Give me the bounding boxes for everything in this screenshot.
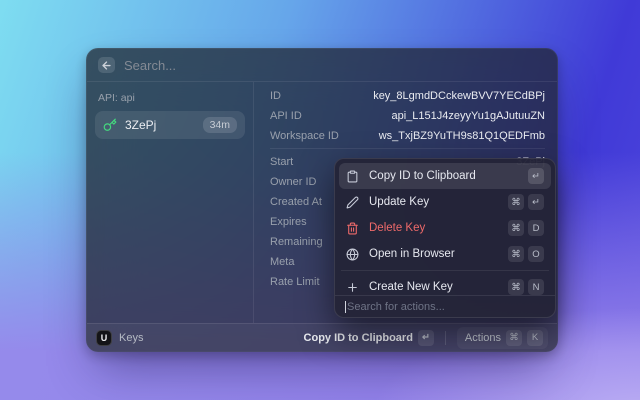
- search-input[interactable]: [124, 58, 546, 73]
- menu-divider: [341, 270, 549, 271]
- key-icon: [103, 118, 117, 132]
- actions-menu-list: Copy ID to Clipboard ↵ Update Key ⌘ ↵: [335, 159, 555, 295]
- menu-item-delete-key[interactable]: Delete Key ⌘ D: [339, 215, 551, 241]
- detail-label: Workspace ID: [270, 130, 339, 142]
- detail-value: api_L151J4zeyyYu1gAJutuuZN: [392, 110, 546, 122]
- detail-row-api-id: API ID api_L151J4zeyyYu1gAJutuuZN: [270, 106, 545, 126]
- clipboard-icon: [346, 170, 359, 183]
- actions-search-placeholder: Search for actions...: [347, 301, 445, 313]
- back-button[interactable]: [98, 57, 115, 73]
- menu-item-copy-id[interactable]: Copy ID to Clipboard ↵: [339, 163, 551, 189]
- key-ttl-badge: 34m: [203, 117, 237, 133]
- cmd-key-badge: ⌘: [508, 246, 524, 262]
- detail-row-id: ID key_8LgmdDCckewBVV7YECdBPj: [270, 86, 545, 106]
- detail-value: ws_TxjBZ9YuTH9s81Q1QEDFmb: [379, 130, 545, 142]
- o-key-badge: O: [528, 246, 544, 262]
- detail-label: API ID: [270, 110, 302, 122]
- list-item-key[interactable]: 3ZePj 34m: [95, 111, 245, 139]
- text-caret: [345, 301, 346, 313]
- palette-footer: U Keys Copy ID to Clipboard ↵ Actions ⌘ …: [87, 323, 557, 351]
- menu-item-label: Update Key: [369, 196, 498, 208]
- actions-menu: Copy ID to Clipboard ↵ Update Key ⌘ ↵: [334, 158, 556, 318]
- cmd-key-badge: ⌘: [508, 279, 524, 295]
- detail-label: Start: [270, 156, 293, 168]
- cmd-key-badge: ⌘: [508, 220, 524, 236]
- enter-key-badge: ↵: [528, 194, 544, 210]
- footer-primary-label: Copy ID to Clipboard: [304, 332, 413, 344]
- detail-label: Rate Limit: [270, 276, 320, 288]
- footer-context-label: Keys: [119, 332, 143, 344]
- enter-key-badge: ↵: [528, 168, 544, 184]
- footer-divider: [445, 331, 446, 345]
- detail-label: Created At: [270, 196, 322, 208]
- actions-search-input[interactable]: Search for actions...: [335, 295, 555, 317]
- cmd-key-badge: ⌘: [506, 330, 522, 346]
- n-key-badge: N: [528, 279, 544, 295]
- menu-item-create-new-key[interactable]: Create New Key ⌘ N: [339, 274, 551, 295]
- globe-icon: [346, 248, 359, 261]
- results-sidebar: API: api 3ZePj 34m: [87, 82, 254, 323]
- detail-value: key_8LgmdDCckewBVV7YECdBPj: [373, 90, 545, 102]
- detail-label: ID: [270, 90, 281, 102]
- k-key-badge: K: [527, 330, 543, 346]
- actions-button[interactable]: Actions ⌘ K: [457, 327, 548, 349]
- detail-label: Owner ID: [270, 176, 316, 188]
- detail-row-workspace-id: Workspace ID ws_TxjBZ9YuTH9s81Q1QEDFmb: [270, 126, 545, 146]
- detail-label: Expires: [270, 216, 307, 228]
- footer-primary-action[interactable]: Copy ID to Clipboard ↵: [304, 330, 434, 346]
- detail-label: Remaining: [270, 236, 323, 248]
- details-divider: [270, 148, 545, 149]
- actions-button-label: Actions: [465, 332, 501, 344]
- key-item-label: 3ZePj: [125, 118, 195, 132]
- menu-item-label: Create New Key: [369, 281, 498, 293]
- cmd-key-badge: ⌘: [508, 194, 524, 210]
- menu-item-label: Copy ID to Clipboard: [369, 170, 518, 182]
- arrow-left-icon: [101, 60, 112, 71]
- search-bar: [87, 49, 557, 82]
- unkey-logo: U: [96, 330, 112, 346]
- pencil-icon: [346, 196, 359, 209]
- menu-item-update-key[interactable]: Update Key ⌘ ↵: [339, 189, 551, 215]
- menu-item-open-in-browser[interactable]: Open in Browser ⌘ O: [339, 241, 551, 267]
- d-key-badge: D: [528, 220, 544, 236]
- menu-item-label: Delete Key: [369, 222, 498, 234]
- menu-item-label: Open in Browser: [369, 248, 498, 260]
- plus-icon: [346, 281, 359, 294]
- trash-icon: [346, 222, 359, 235]
- enter-key-badge: ↵: [418, 330, 434, 346]
- section-label: API: api: [95, 90, 245, 111]
- detail-label: Meta: [270, 256, 294, 268]
